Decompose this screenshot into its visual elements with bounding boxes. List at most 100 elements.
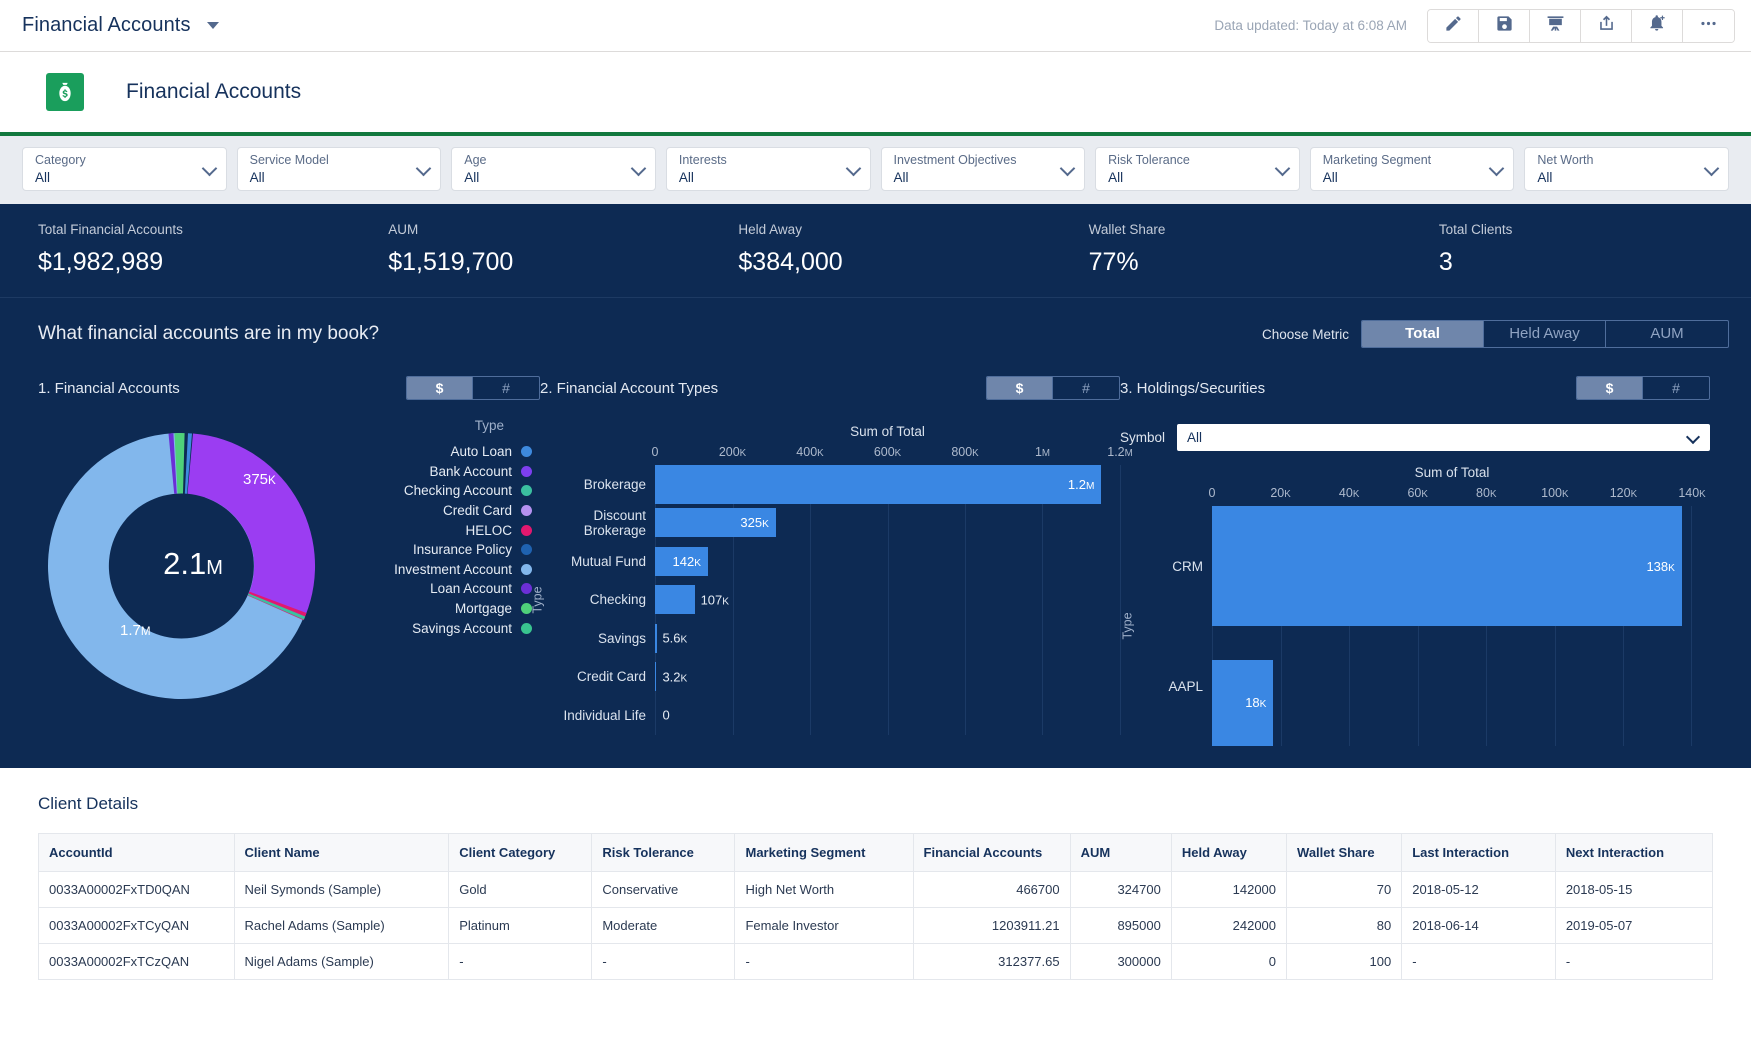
table-row[interactable]: 0033A00002FxTCyQAN Rachel Adams (Sample)…	[38, 907, 1714, 944]
more-actions-button[interactable]	[1683, 9, 1734, 42]
filter-marketing-segment[interactable]: Marketing Segment All	[1309, 147, 1515, 191]
save-button[interactable]	[1479, 9, 1530, 42]
chart-3-title: 3. Holdings/Securities	[1120, 379, 1266, 397]
kpi-wallet-share: Wallet Share 77%	[1051, 222, 1401, 277]
column-header-accountid[interactable]: AccountId	[38, 833, 235, 872]
legend-item-investment-account[interactable]: Investment Account	[348, 560, 532, 580]
subscribe-button[interactable]	[1632, 9, 1683, 42]
chart-2-currency-toggle[interactable]: $	[987, 377, 1053, 399]
donut-chart[interactable]	[38, 414, 348, 714]
metric-option-aum[interactable]: AUM	[1606, 321, 1728, 347]
chart-1-header: 1. Financial Accounts $ #	[38, 370, 540, 406]
axis-tick: 100K	[1541, 486, 1569, 500]
column-header-marketing-segment[interactable]: Marketing Segment	[734, 833, 914, 872]
filter-interests[interactable]: Interests All	[665, 147, 871, 191]
donut-label-bank-account: 375K	[243, 471, 276, 488]
filter-investment-objectives[interactable]: Investment Objectives All	[880, 147, 1086, 191]
filter-age[interactable]: Age All	[451, 147, 656, 191]
cell-risk-tolerance: Moderate	[591, 907, 736, 944]
bar-row-discount-brokerage[interactable]: Discount Brokerage 325K	[540, 504, 1120, 543]
cell-held-away: 242000	[1170, 907, 1288, 944]
chart-3-count-toggle[interactable]: #	[1643, 377, 1709, 399]
bar-row-aapl[interactable]: AAPL 18K	[1120, 626, 1710, 746]
client-details-section: Client Details AccountId Client Name Cli…	[0, 768, 1751, 980]
edit-button[interactable]	[1428, 9, 1479, 42]
chart-1-title: 1. Financial Accounts	[38, 379, 180, 397]
table-row[interactable]: 0033A00002FxTD0QAN Neil Symonds (Sample)…	[38, 871, 1714, 908]
chart-1-count-toggle[interactable]: #	[473, 377, 539, 399]
symbol-select[interactable]: All	[1177, 424, 1710, 451]
filter-label: Service Model	[249, 153, 329, 167]
bar-crm[interactable]: 138K	[1212, 506, 1682, 626]
filter-category[interactable]: Category All	[22, 147, 227, 191]
donut-slice-bank-account[interactable]	[187, 433, 316, 616]
column-header-client-name[interactable]: Client Name	[233, 833, 450, 872]
legend-item-mortgage[interactable]: Mortgage	[348, 599, 532, 619]
choose-metric-control: Choose Metric Total Held Away AUM	[1262, 320, 1729, 348]
chart-1-currency-toggle[interactable]: $	[407, 377, 473, 399]
bar-category-label: AAPL	[1168, 678, 1203, 694]
bar-row-brokerage[interactable]: Brokerage 1.2M	[540, 465, 1120, 504]
filter-net-worth[interactable]: Net Worth All	[1524, 147, 1729, 191]
axis-tick: 0	[651, 445, 659, 459]
filter-risk-tolerance[interactable]: Risk Tolerance All	[1095, 147, 1300, 191]
toolbar-icon-group	[1427, 8, 1735, 43]
page-title-dropdown-icon[interactable]	[206, 22, 219, 29]
column-header-risk-tolerance[interactable]: Risk Tolerance	[591, 833, 736, 872]
column-header-next-interaction[interactable]: Next Interaction	[1554, 833, 1714, 872]
chart-3-x-axis: 0 20K 40K 60K 80K 100K 120K 140K	[1209, 486, 1706, 502]
metric-option-total[interactable]: Total	[1362, 321, 1484, 347]
legend-item-checking-account[interactable]: Checking Account	[348, 481, 532, 501]
legend-item-auto-loan[interactable]: Auto Loan	[348, 442, 532, 462]
bar-category-label: Savings	[597, 630, 646, 646]
column-header-last-interaction[interactable]: Last Interaction	[1401, 833, 1556, 872]
share-button[interactable]	[1581, 9, 1632, 42]
filter-label: Category	[35, 153, 86, 167]
charts-row: 1. Financial Accounts $ # 2.1M 375K 1.7M…	[0, 348, 1751, 746]
bar-row-credit-card[interactable]: Credit Card 3.2K	[540, 658, 1120, 697]
legend-label: Mortgage	[454, 601, 512, 617]
legend-item-bank-account[interactable]: Bank Account	[348, 462, 532, 482]
cell-client-category: Platinum	[448, 907, 593, 944]
bar-row-mutual-fund[interactable]: Mutual Fund 142K	[540, 542, 1120, 581]
presentation-button[interactable]	[1530, 9, 1581, 42]
bar-row-individual-life[interactable]: Individual Life 0	[540, 696, 1120, 735]
bar-brokerage[interactable]: 1.2M	[655, 465, 1102, 504]
filter-value: All	[464, 170, 480, 185]
filter-label: Investment Objectives	[893, 153, 1017, 167]
cell-next-interaction: 2018-05-15	[1554, 871, 1714, 908]
bar-chart-2: Sum of Total 0 200K 400K 600K 800K 1M 1.…	[531, 424, 1133, 735]
donut-label-investment-account: 1.7M	[120, 622, 151, 639]
legend-item-heloc[interactable]: HELOC	[348, 520, 532, 540]
legend-item-loan-account[interactable]: Loan Account	[348, 579, 532, 599]
table-row[interactable]: 0033A00002FxTCzQAN Nigel Adams (Sample) …	[38, 943, 1714, 980]
filter-value: All	[35, 170, 51, 185]
more-actions-icon	[1699, 14, 1718, 38]
column-header-aum[interactable]: AUM	[1069, 833, 1172, 872]
symbol-select-value: All	[1187, 430, 1203, 445]
bar-credit-card[interactable]	[655, 662, 657, 692]
bar-aapl[interactable]: 18K	[1212, 659, 1274, 746]
legend-item-insurance-policy[interactable]: Insurance Policy	[348, 540, 532, 560]
column-header-client-category[interactable]: Client Category	[448, 833, 593, 872]
column-header-financial-accounts[interactable]: Financial Accounts	[912, 833, 1071, 872]
bar-row-checking[interactable]: Checking 107K	[540, 581, 1120, 620]
legend-item-savings-account[interactable]: Savings Account	[348, 618, 532, 638]
bar-value-label: 142K	[672, 553, 701, 569]
legend-color-swatch	[521, 544, 532, 556]
chart-2-count-toggle[interactable]: #	[1053, 377, 1119, 399]
column-header-wallet-share[interactable]: Wallet Share	[1286, 833, 1403, 872]
bar-savings[interactable]	[655, 623, 658, 653]
bar-mutual-fund[interactable]: 142K	[655, 546, 708, 576]
filter-value: All	[1322, 170, 1338, 185]
chart-3-toggle: $ #	[1576, 376, 1710, 400]
metric-option-held-away[interactable]: Held Away	[1484, 321, 1606, 347]
filter-service-model[interactable]: Service Model All	[236, 147, 442, 191]
bar-discount-brokerage[interactable]: 325K	[655, 508, 776, 538]
bar-checking[interactable]	[655, 585, 695, 615]
legend-item-credit-card[interactable]: Credit Card	[348, 501, 532, 521]
chart-3-currency-toggle[interactable]: $	[1577, 377, 1643, 399]
column-header-held-away[interactable]: Held Away	[1170, 833, 1288, 872]
bar-row-crm[interactable]: CRM 138K	[1120, 506, 1710, 626]
bar-row-savings[interactable]: Savings 5.6K	[540, 619, 1120, 658]
